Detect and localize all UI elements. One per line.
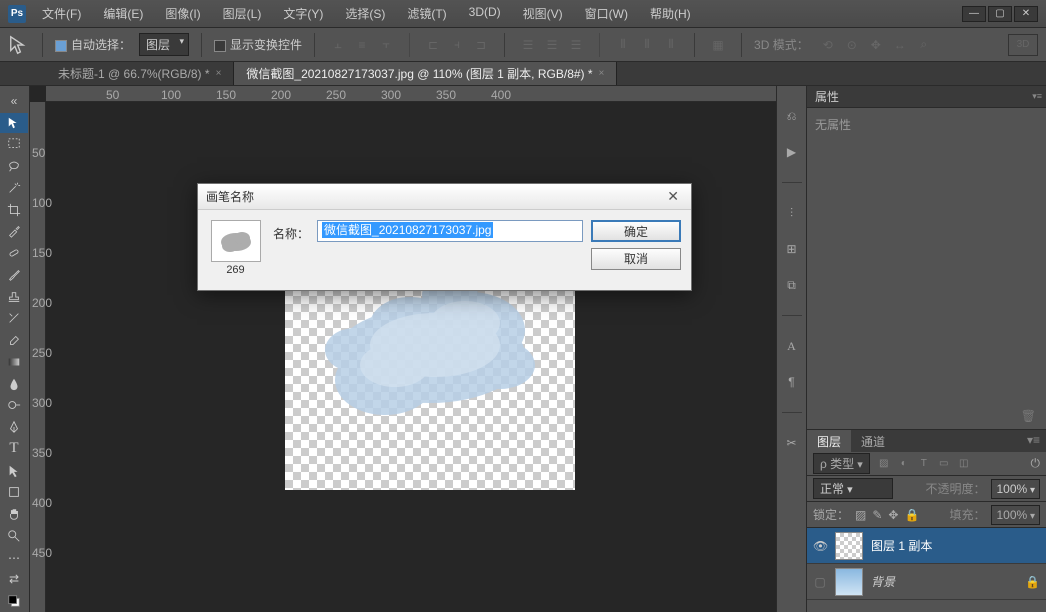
brush-preview: 269 (208, 220, 263, 276)
name-label: 名称： (273, 220, 309, 242)
dialog-close-icon[interactable]: ✕ (663, 188, 683, 205)
brush-name-dialog: 画笔名称 ✕ 269 名称： 微信截图_20210827173037.jpg 确… (197, 183, 692, 291)
dialog-backdrop: 画笔名称 ✕ 269 名称： 微信截图_20210827173037.jpg 确… (0, 0, 1046, 612)
dialog-title: 画笔名称 (206, 188, 254, 205)
dialog-title-bar[interactable]: 画笔名称 ✕ (198, 184, 691, 210)
cancel-button[interactable]: 取消 (591, 248, 681, 270)
name-input[interactable]: 微信截图_20210827173037.jpg (317, 220, 583, 242)
ok-button[interactable]: 确定 (591, 220, 681, 242)
brush-preview-image (211, 220, 261, 262)
brush-size-label: 269 (226, 264, 244, 276)
